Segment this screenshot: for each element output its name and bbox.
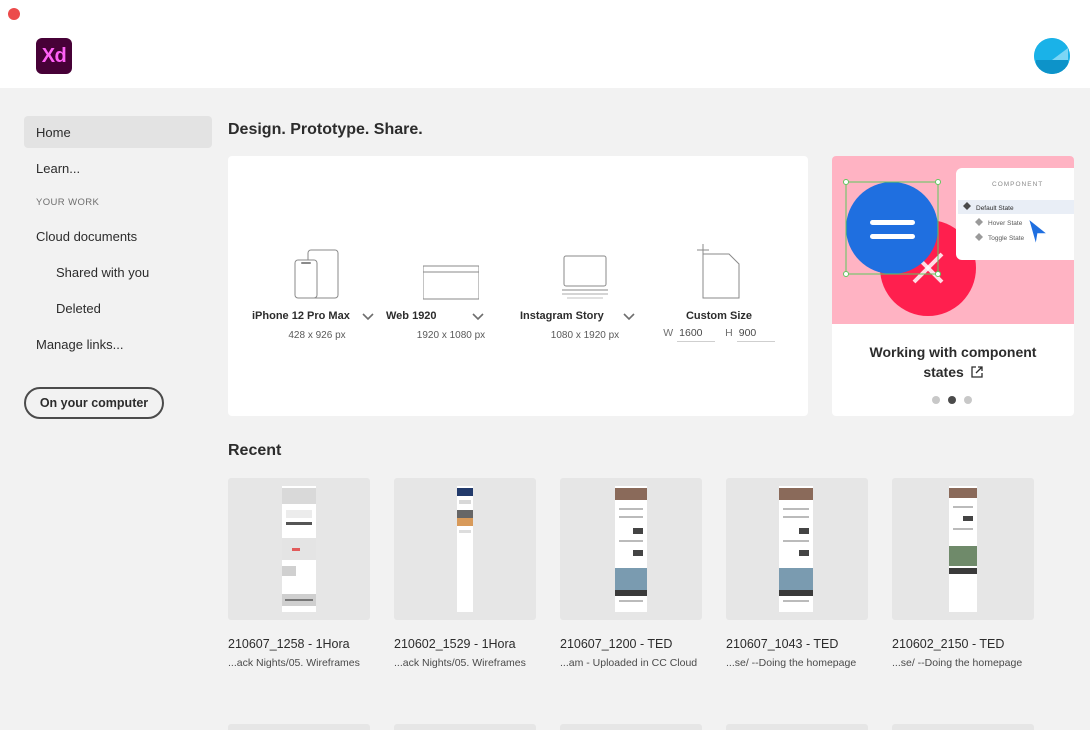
promo-illustration: COMPONENT Default State Hover State Togg… (832, 156, 1074, 324)
file-path: ...am - Uploaded in CC Cloud (560, 657, 698, 669)
width-field-group: W (663, 327, 716, 342)
file-name: 210602_2150 - TED (892, 637, 1005, 651)
sidebar-item-deleted[interactable]: Deleted (24, 292, 212, 324)
sidebar-item-manage-links[interactable]: Manage links... (24, 328, 212, 360)
chevron-down-icon[interactable] (471, 311, 485, 321)
sidebar-item-label: Manage links... (36, 336, 124, 352)
browser-icon (423, 265, 479, 300)
sidebar: Home Learn... YOUR WORK Cloud documents … (24, 116, 212, 419)
component-states-illustration: COMPONENT Default State Hover State Togg… (843, 168, 1074, 316)
chevron-down-icon[interactable] (622, 311, 636, 321)
carousel-dot-1[interactable] (932, 396, 940, 404)
preset-name-row: Instagram Story (520, 310, 650, 322)
file-name: 210602_1529 - 1Hora (394, 637, 516, 651)
file-path: ...ack Nights/05. Wireframes (228, 657, 360, 669)
thumbnail-artboard (779, 486, 813, 612)
title-bar: Xd (0, 0, 1090, 88)
recent-file-card-partial[interactable] (560, 724, 702, 730)
external-link-icon (971, 366, 983, 378)
sidebar-item-label: Shared with you (56, 264, 150, 280)
carousel-dots (932, 396, 972, 404)
preset-size: 1920 x 1080 px (416, 330, 486, 341)
carousel-dot-2[interactable] (948, 396, 956, 404)
file-path: ...se/ --Doing the homepage (726, 657, 857, 669)
preset-web-1920[interactable]: Web 1920 1920 x 1080 px (386, 244, 516, 341)
custom-artboard-icon (697, 244, 740, 299)
xd-logo: Xd (36, 38, 72, 74)
preset-name-row: Custom Size (654, 310, 784, 322)
file-path: ...ack Nights/05. Wireframes (394, 657, 526, 669)
recent-file-card[interactable]: 210602_1529 - 1Hora ...ack Nights/05. Wi… (394, 478, 536, 669)
promo-state-label: Hover State (988, 220, 1023, 227)
promo-state-label: Default State (976, 205, 1014, 212)
sidebar-item-learn[interactable]: Learn... (24, 152, 212, 184)
sidebar-item-home[interactable]: Home (24, 116, 212, 148)
preset-name: Web 1920 (386, 310, 437, 322)
height-field-group: H (725, 327, 775, 342)
preset-size: 428 x 926 px (288, 330, 346, 341)
avatar-graphic (1034, 38, 1070, 74)
tablet-icon (562, 255, 608, 299)
sidebar-item-label: Cloud documents (36, 228, 138, 244)
carousel-dot-3[interactable] (964, 396, 972, 404)
file-thumbnail (560, 478, 702, 620)
chevron-down-icon[interactable] (361, 311, 375, 321)
promo-title: Working with component states (869, 344, 1037, 380)
learn-promo-card[interactable]: COMPONENT Default State Hover State Togg… (832, 156, 1074, 416)
file-thumbnail (394, 478, 536, 620)
preset-iphone-12-pro-max[interactable]: iPhone 12 Pro Max 428 x 926 px (252, 244, 382, 341)
page-headline: Design. Prototype. Share. (228, 121, 423, 138)
close-window-button[interactable] (8, 8, 20, 20)
preset-name-row: Web 1920 (386, 310, 516, 322)
sidebar-section-your-work: YOUR WORK (36, 196, 100, 208)
recent-file-card[interactable]: 210607_1258 - 1Hora ...ack Nights/05. Wi… (228, 478, 370, 669)
preset-name: iPhone 12 Pro Max (252, 310, 350, 322)
file-thumbnail (726, 478, 868, 620)
promo-title-link[interactable]: Working with component states (848, 342, 1058, 382)
recent-file-card[interactable]: 210607_1200 - TED ...am - Uploaded in CC… (560, 478, 702, 669)
file-thumbnail (228, 478, 370, 620)
thumbnail-artboard (615, 486, 647, 612)
preset-name-row: iPhone 12 Pro Max (252, 310, 382, 322)
height-label: H (725, 327, 733, 339)
thumbnail-artboard (457, 486, 473, 612)
preset-name: Instagram Story (520, 310, 604, 322)
width-input[interactable] (677, 327, 716, 342)
thumbnail-artboard (949, 486, 977, 612)
file-thumbnail (892, 478, 1034, 620)
width-label: W (663, 327, 674, 339)
custom-size-inputs: W H (654, 327, 784, 342)
promo-state-label: Toggle State (988, 235, 1025, 242)
sidebar-item-label: Learn... (36, 160, 81, 176)
sidebar-item-shared-with-you[interactable]: Shared with you (24, 256, 212, 288)
recent-file-card-partial[interactable] (892, 724, 1034, 730)
sidebar-item-label: Home (36, 124, 71, 140)
preset-size: 1080 x 1920 px (550, 330, 620, 341)
recent-file-card-partial[interactable] (228, 724, 370, 730)
recent-heading: Recent (228, 442, 282, 459)
recent-file-card[interactable]: 210607_1043 - TED ...se/ --Doing the hom… (726, 478, 868, 669)
recent-file-card-partial[interactable] (394, 724, 536, 730)
height-input[interactable] (736, 327, 775, 342)
phone-icon (294, 249, 339, 299)
logo-text: Xd (41, 44, 67, 67)
on-your-computer-button[interactable]: On your computer (24, 387, 164, 419)
new-document-presets: iPhone 12 Pro Max 428 x 926 px Web 1920 … (228, 156, 808, 416)
file-name: 210607_1258 - 1Hora (228, 637, 350, 651)
recent-file-card-partial[interactable] (726, 724, 868, 730)
file-name: 210607_1043 - TED (726, 637, 839, 651)
sidebar-item-cloud-documents[interactable]: Cloud documents (24, 220, 212, 252)
file-name: 210607_1200 - TED (560, 637, 673, 651)
sidebar-item-label: Deleted (56, 300, 101, 316)
preset-custom-size: Custom Size W H (654, 244, 784, 342)
preset-instagram-story[interactable]: Instagram Story 1080 x 1920 px (520, 244, 650, 341)
preset-name: Custom Size (685, 310, 752, 322)
promo-panel-heading: COMPONENT (992, 181, 1043, 188)
user-avatar[interactable] (1034, 38, 1070, 74)
thumbnail-artboard (282, 486, 316, 612)
file-path: ...se/ --Doing the homepage (892, 657, 1023, 669)
recent-file-card[interactable]: 210602_2150 - TED ...se/ --Doing the hom… (892, 478, 1034, 669)
